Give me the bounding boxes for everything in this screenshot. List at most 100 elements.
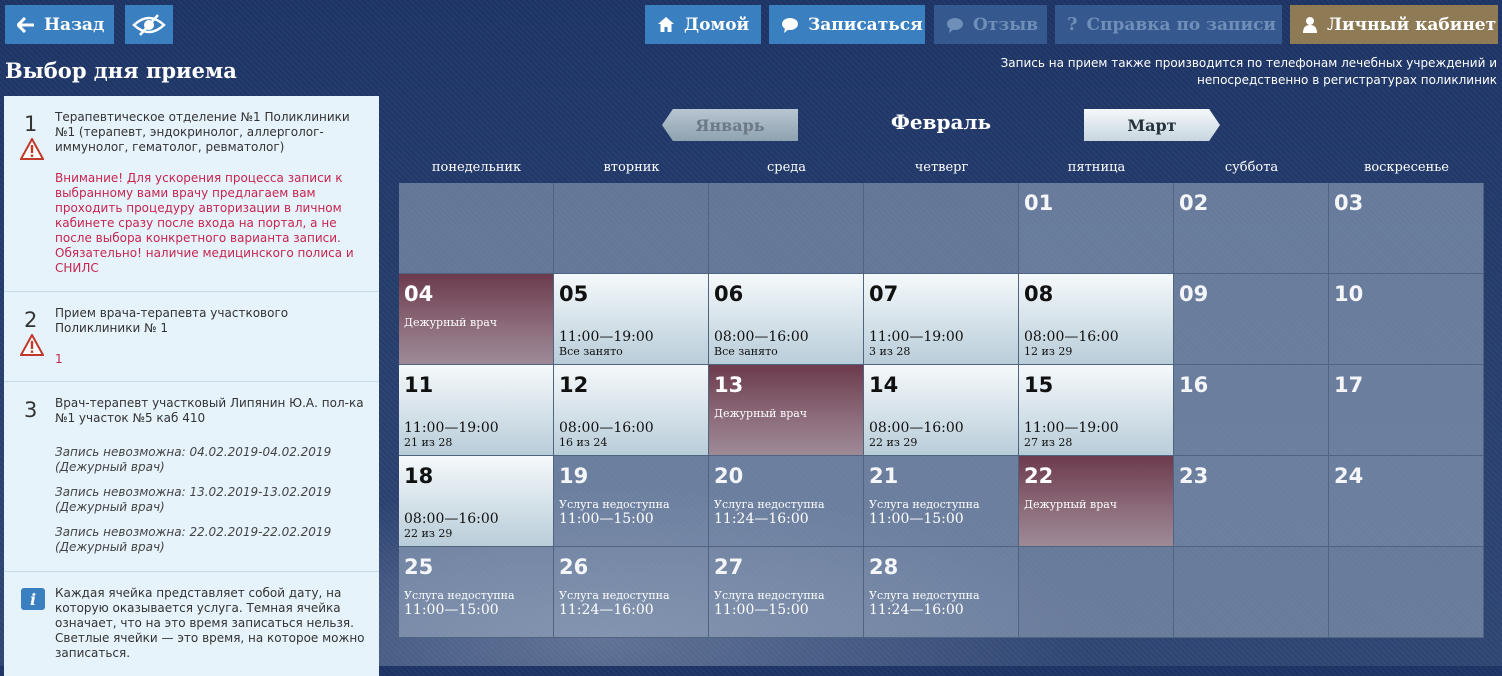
calendar-day-24: 24	[1329, 456, 1484, 547]
day-number: 19	[559, 464, 589, 488]
time-range: 08:00—16:00	[869, 420, 964, 436]
cell-status: Услуга недоступна	[714, 498, 825, 511]
review-button[interactable]: Отзыв	[934, 5, 1047, 44]
weekday-label: понедельник	[431, 160, 522, 175]
calendar-day-27: 27 11:00—15:00 Услуга недоступна	[709, 547, 864, 638]
cell-status: 27 из 28	[1024, 436, 1073, 449]
day-number: 06	[714, 282, 744, 306]
current-month: Февраль	[890, 110, 992, 134]
prev-month-button[interactable]: Январь	[662, 109, 798, 141]
day-number: 27	[714, 555, 744, 579]
calendar-day-17: 17	[1329, 365, 1484, 456]
cell-status: 16 из 24	[559, 436, 608, 449]
step-title: Терапевтическое отделение №1 Поликлиники…	[55, 110, 350, 154]
calendar-grid: 01 02 03 04 Дежурный врач 05 11:00—19:00 Все за…	[399, 183, 1484, 638]
calendar-day-11[interactable]: 11 11:00—19:00 21 из 28	[399, 365, 554, 456]
calendar-day-05[interactable]: 05 11:00—19:00 Все занято	[554, 274, 709, 365]
time-range: 11:00—19:00	[404, 420, 499, 436]
day-number: 03	[1334, 191, 1364, 215]
cell-status: Услуга недоступна	[714, 589, 825, 602]
signup-button[interactable]: Записаться	[769, 5, 925, 44]
cell-status: Все занято	[714, 345, 778, 358]
time-range: 11:00—15:00	[559, 511, 654, 527]
page-title: Выбор дня приема	[5, 58, 237, 83]
calendar-day-15[interactable]: 15 11:00—19:00 27 из 28	[1019, 365, 1174, 456]
cell-status: Услуга недоступна	[869, 498, 980, 511]
calendar-cell-empty	[554, 183, 709, 274]
next-month-button[interactable]: Март	[1084, 109, 1220, 141]
day-number: 02	[1179, 191, 1209, 215]
step-title: Врач-терапевт участковый Липянин Ю.А. по…	[55, 396, 364, 425]
step-number: 1	[24, 112, 38, 136]
time-range: 11:00—19:00	[869, 329, 964, 345]
step-number: 2	[24, 308, 38, 332]
calendar-day-06[interactable]: 06 08:00—16:00 Все занято	[709, 274, 864, 365]
next-month-label: Март	[1127, 115, 1177, 135]
unavailable-note: Запись невозможна: 22.02.2019-22.02.2019…	[55, 525, 332, 554]
time-range: 11:00—19:00	[559, 329, 654, 345]
day-number: 23	[1179, 464, 1209, 488]
cell-status: Все занято	[559, 345, 623, 358]
cabinet-button[interactable]: Личный кабинет	[1290, 5, 1498, 44]
day-number: 01	[1024, 191, 1054, 215]
step-alert: 1	[55, 352, 63, 366]
time-range: 08:00—16:00	[1024, 329, 1119, 345]
calendar-day-14[interactable]: 14 08:00—16:00 22 из 29	[864, 365, 1019, 456]
day-number: 16	[1179, 373, 1209, 397]
home-icon	[657, 16, 675, 33]
calendar-day-01: 01	[1019, 183, 1174, 274]
day-number: 08	[1024, 282, 1054, 306]
calendar-day-07[interactable]: 07 11:00—19:00 3 из 28	[864, 274, 1019, 365]
warning-icon	[19, 332, 45, 356]
calendar-day-25: 25 11:00—15:00 Услуга недоступна	[399, 547, 554, 638]
calendar-day-04: 04 Дежурный врач	[399, 274, 554, 365]
calendar-day-20: 20 11:24—16:00 Услуга недоступна	[709, 456, 864, 547]
calendar-day-13: 13 Дежурный врач	[709, 365, 864, 456]
info-icon: i	[21, 588, 45, 610]
calendar-cell-empty	[1174, 547, 1329, 638]
day-number: 22	[1024, 464, 1054, 488]
help-button-label: Справка по записи	[1086, 14, 1277, 35]
calendar-day-26: 26 11:24—16:00 Услуга недоступна	[554, 547, 709, 638]
day-number: 20	[714, 464, 744, 488]
day-number: 07	[869, 282, 899, 306]
day-number: 21	[869, 464, 899, 488]
speech-bubble-icon	[781, 17, 799, 33]
phone-note: Запись на прием также производится по те…	[1000, 56, 1497, 87]
cell-status: Услуга недоступна	[404, 589, 515, 602]
accessibility-button[interactable]	[125, 5, 173, 44]
cell-status: Дежурный врач	[404, 316, 498, 329]
calendar-day-12[interactable]: 12 08:00—16:00 16 из 24	[554, 365, 709, 456]
calendar-day-19: 19 11:00—15:00 Услуга недоступна	[554, 456, 709, 547]
time-range: 08:00—16:00	[559, 420, 654, 436]
day-number: 24	[1334, 464, 1364, 488]
step-3: 3 Врач-терапевт участковый Липянин Ю.А. …	[4, 382, 379, 572]
info-text: Каждая ячейка представляет собой дату, н…	[55, 586, 365, 660]
step-2: 2 Прием врача-терапевта участкового Поли…	[4, 292, 379, 382]
help-button[interactable]: ? Справка по записи	[1055, 5, 1282, 44]
calendar-day-16: 16	[1174, 365, 1329, 456]
eye-crossed-icon	[132, 13, 166, 37]
calendar-day-28: 28 11:24—16:00 Услуга недоступна	[864, 547, 1019, 638]
day-number: 04	[404, 282, 434, 306]
unavailable-note: Запись невозможна: 13.02.2019-13.02.2019…	[55, 485, 332, 514]
weekday-label: пятница	[1067, 160, 1126, 175]
back-button[interactable]: Назад	[5, 5, 114, 44]
cell-status: 3 из 28	[869, 345, 911, 358]
back-button-label: Назад	[44, 14, 105, 35]
day-number: 13	[714, 373, 744, 397]
home-button[interactable]: Домой	[645, 5, 761, 44]
calendar-day-22: 22 Дежурный врач	[1019, 456, 1174, 547]
step-alert: Внимание! Для ускорения процесса записи …	[55, 171, 354, 275]
calendar-day-08[interactable]: 08 08:00—16:00 12 из 29	[1019, 274, 1174, 365]
cabinet-button-label: Личный кабинет	[1327, 14, 1497, 35]
calendar-cell-empty	[709, 183, 864, 274]
cell-status: 22 из 29	[869, 436, 918, 449]
cell-status: Услуга недоступна	[559, 589, 670, 602]
time-range: 11:00—15:00	[869, 511, 964, 527]
calendar-cell-empty	[1019, 547, 1174, 638]
time-range: 11:24—16:00	[559, 602, 654, 618]
calendar-day-18[interactable]: 18 08:00—16:00 22 из 29	[399, 456, 554, 547]
weekday-header: понедельник вторник среда четверг пятница суб…	[399, 160, 1484, 175]
signup-button-label: Записаться	[808, 14, 923, 35]
